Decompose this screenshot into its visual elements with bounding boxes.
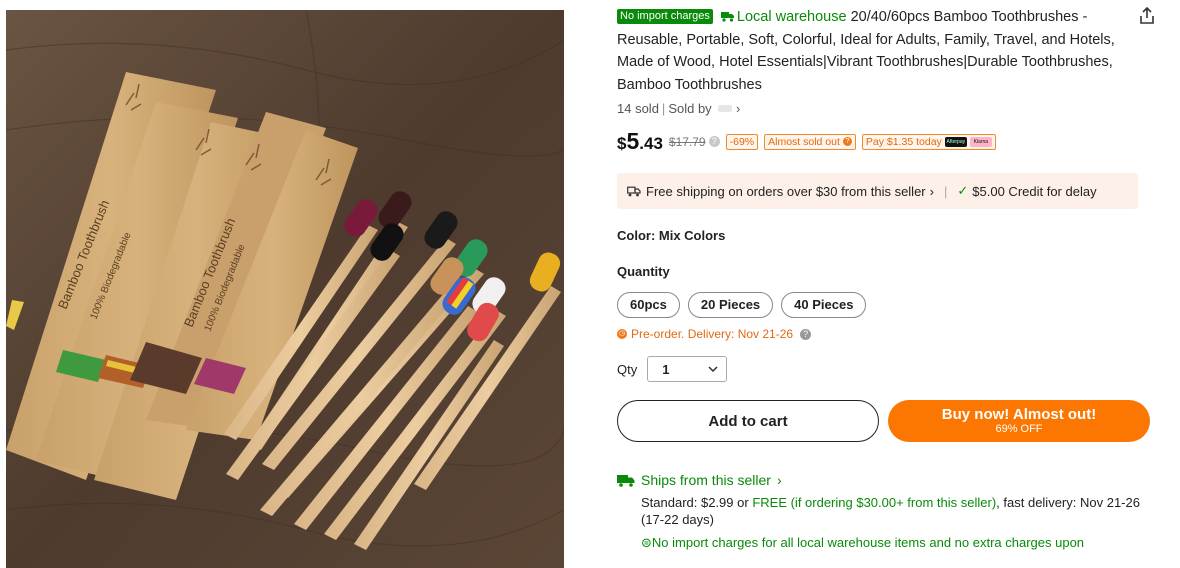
option-40-pieces[interactable]: 40 Pieces (781, 292, 867, 318)
preorder-notice: ◷ Pre-order. Delivery: Nov 21-26 ? (617, 327, 1157, 341)
credit-delay-text: $5.00 Credit for delay (972, 183, 1097, 199)
sold-count: 14 sold (617, 101, 659, 116)
original-price: $17.79 (668, 134, 706, 149)
qty-row: Qty 1 (617, 356, 1157, 382)
chevron-right-icon: › (776, 472, 782, 488)
quantity-options: 60pcs 20 Pieces 40 Pieces (617, 292, 1157, 318)
help-icon[interactable]: ? (800, 328, 812, 340)
ships-from-label: Ships from this seller (641, 472, 771, 488)
sold-row: 14 sold | Sold by › (617, 101, 741, 116)
product-image[interactable]: Bamboo Toothbrush 100% Biodegradable Bam… (6, 10, 564, 568)
action-buttons: Add to cart Buy now! Almost out! 69% OFF (617, 400, 1157, 442)
help-icon[interactable]: ? (708, 136, 720, 147)
chevron-down-icon (708, 366, 718, 372)
product-info: No import charges Local warehouse 20/40/… (617, 6, 1157, 551)
share-icon[interactable] (1137, 6, 1157, 26)
chevron-right-icon: › (929, 183, 934, 199)
truck-icon (627, 186, 641, 196)
quantity-label: Quantity (617, 264, 670, 279)
no-import-notice: ⊜No import charges for all local warehou… (641, 535, 1157, 551)
product-title-row: No import charges Local warehouse 20/40/… (617, 6, 1157, 96)
preorder-text: Pre-order. Delivery: Nov 21-26 (631, 327, 794, 341)
qty-select[interactable]: 1 (647, 356, 728, 382)
afterpay-logo: Afterpay (944, 136, 967, 147)
add-to-cart-button[interactable]: Add to cart (617, 400, 879, 442)
local-warehouse-label: Local warehouse (736, 9, 847, 25)
color-label: Color: Mix Colors (617, 228, 726, 243)
buy-now-button[interactable]: Buy now! Almost out! 69% OFF (888, 400, 1150, 442)
no-import-badge: No import charges (617, 9, 713, 24)
discount-badge: -69% (725, 133, 759, 150)
pay-today-badge[interactable]: Pay $1.35 today Afterpay Klarna (861, 133, 996, 150)
free-shipping-text: Free shipping on orders over $30 from th… (646, 183, 926, 199)
qty-value: 1 (662, 361, 670, 377)
seller-logo[interactable] (718, 105, 733, 112)
no-import-text: No import charges for all local warehous… (651, 535, 1085, 550)
sold-by-link[interactable]: Sold by (668, 101, 711, 116)
almost-sold-out-badge[interactable]: Almost sold out? (764, 133, 856, 150)
divider: | (943, 183, 948, 199)
current-price: $5.43 (617, 128, 663, 154)
info-icon: ? (842, 137, 852, 146)
truck-icon (617, 474, 635, 487)
shipping-detail: Standard: $2.99 or FREE (if ordering $30… (641, 494, 1149, 528)
shield-icon: ⊜ (641, 535, 652, 550)
free-shipping-condition: FREE (if ordering $30.00+ from this sell… (752, 495, 997, 510)
chevron-right-icon[interactable]: › (736, 101, 740, 116)
option-20-pieces[interactable]: 20 Pieces (687, 292, 774, 318)
qty-label: Qty (617, 361, 638, 377)
shipping-promo-bar[interactable]: Free shipping on orders over $30 from th… (617, 173, 1138, 209)
ships-from-link[interactable]: Ships from this seller › (617, 472, 1157, 488)
clock-icon: ◷ (617, 329, 627, 339)
buy-now-discount: 69% OFF (995, 423, 1043, 435)
toothbrush-photo: Bamboo Toothbrush 100% Biodegradable Bam… (6, 10, 564, 568)
buy-now-label: Buy now! Almost out! (941, 406, 1097, 423)
klarna-logo: Klarna (969, 136, 992, 147)
warehouse-truck-icon (720, 12, 734, 22)
price-row: $5.43 $17.79 ? -69% Almost sold out? Pay… (617, 128, 1157, 155)
standard-prefix: Standard: $2.99 or (641, 495, 753, 510)
check-icon: ✓ (957, 183, 969, 198)
option-60pcs[interactable]: 60pcs (617, 292, 680, 318)
